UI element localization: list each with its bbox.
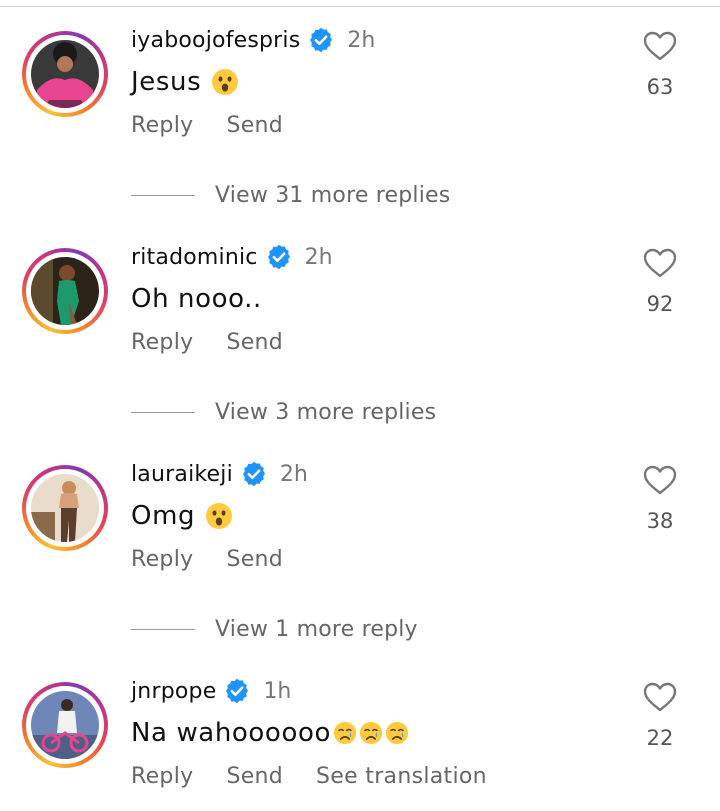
avatar-photo — [31, 40, 99, 108]
avatar-photo — [31, 257, 99, 325]
comment-actions: Reply Send — [131, 330, 316, 355]
avatar-photo — [31, 474, 99, 542]
comment-item: lauraikeji 2h Omg Reply Send 38 View 1 m… — [0, 434, 720, 642]
comment-time: 2h — [347, 27, 376, 53]
like-count: 63 — [646, 75, 674, 99]
avatar[interactable] — [22, 31, 108, 117]
comment-actions: Reply Send — [131, 547, 316, 572]
see-translation-button[interactable]: See translation — [316, 764, 487, 789]
reply-button[interactable]: Reply — [131, 330, 193, 355]
reply-button[interactable]: Reply — [131, 113, 193, 138]
comment-actions: Reply Send See translation — [131, 764, 520, 789]
comment-time: 2h — [279, 461, 308, 487]
comment-header: ritadominic 2h — [131, 242, 333, 272]
comment-text-content: Oh nooo.. — [131, 284, 262, 314]
avatar[interactable] — [22, 248, 108, 334]
heart-icon[interactable] — [642, 681, 678, 713]
comment-text-content: Jesus — [131, 67, 202, 97]
verified-badge-icon — [242, 461, 265, 487]
send-button[interactable]: Send — [226, 764, 283, 789]
comment-header: lauraikeji 2h — [131, 459, 308, 489]
comment-time: 2h — [304, 244, 333, 270]
comment-text-content: Omg — [131, 501, 196, 531]
heart-icon[interactable] — [642, 30, 678, 62]
send-button[interactable]: Send — [226, 330, 283, 355]
avatar-photo — [31, 691, 99, 759]
send-button[interactable]: Send — [226, 547, 283, 572]
crying-face-icon — [385, 721, 409, 745]
avatar[interactable] — [22, 465, 108, 551]
view-replies-button[interactable]: View 3 more replies — [131, 397, 436, 427]
replies-divider — [131, 628, 195, 630]
like-count: 38 — [646, 509, 674, 533]
astonished-face-icon — [212, 69, 239, 95]
astonished-face-icon — [206, 503, 233, 529]
comment-actions: Reply Send — [131, 113, 316, 138]
comment-item: ritadominic 2h Oh nooo.. Reply Send 92 V… — [0, 217, 720, 425]
avatar[interactable] — [22, 682, 108, 768]
comment-item: iyaboojofespris 2h Jesus Reply Send 63 V… — [0, 0, 720, 208]
view-replies-button[interactable]: View 31 more replies — [131, 180, 450, 210]
comment-header: jnrpope 1h — [131, 676, 291, 706]
username[interactable]: ritadominic — [131, 245, 258, 270]
comment-text: Omg — [131, 501, 233, 531]
comment-text: Jesus — [131, 67, 239, 97]
verified-badge-icon — [267, 244, 290, 270]
view-replies-label: View 1 more reply — [215, 616, 418, 642]
username[interactable]: iyaboojofespris — [131, 28, 300, 53]
replies-divider — [131, 411, 195, 413]
comment-text: Na wahoooooo — [131, 718, 409, 748]
comment-text-content: Na wahoooooo — [131, 718, 331, 748]
username[interactable]: jnrpope — [131, 679, 216, 704]
crying-face-icon — [333, 721, 357, 745]
send-button[interactable]: Send — [226, 113, 283, 138]
comment-header: iyaboojofespris 2h — [131, 25, 375, 55]
view-replies-label: View 31 more replies — [215, 182, 451, 208]
like-count: 22 — [646, 726, 674, 750]
username[interactable]: lauraikeji — [131, 462, 233, 487]
crying-face-icon — [359, 721, 383, 745]
reply-button[interactable]: Reply — [131, 547, 193, 572]
view-replies-button[interactable]: View 1 more reply — [131, 614, 418, 644]
heart-icon[interactable] — [642, 464, 678, 496]
comment-time: 1h — [263, 678, 292, 704]
view-replies-label: View 3 more replies — [215, 399, 437, 425]
replies-divider — [131, 194, 195, 196]
comment-item: jnrpope 1h Na wahoooooo Reply Send See t… — [0, 651, 720, 811]
heart-icon[interactable] — [642, 247, 678, 279]
verified-badge-icon — [226, 678, 249, 704]
reply-button[interactable]: Reply — [131, 764, 193, 789]
verified-badge-icon — [310, 27, 333, 53]
like-count: 92 — [646, 292, 674, 316]
comment-text: Oh nooo.. — [131, 284, 262, 314]
